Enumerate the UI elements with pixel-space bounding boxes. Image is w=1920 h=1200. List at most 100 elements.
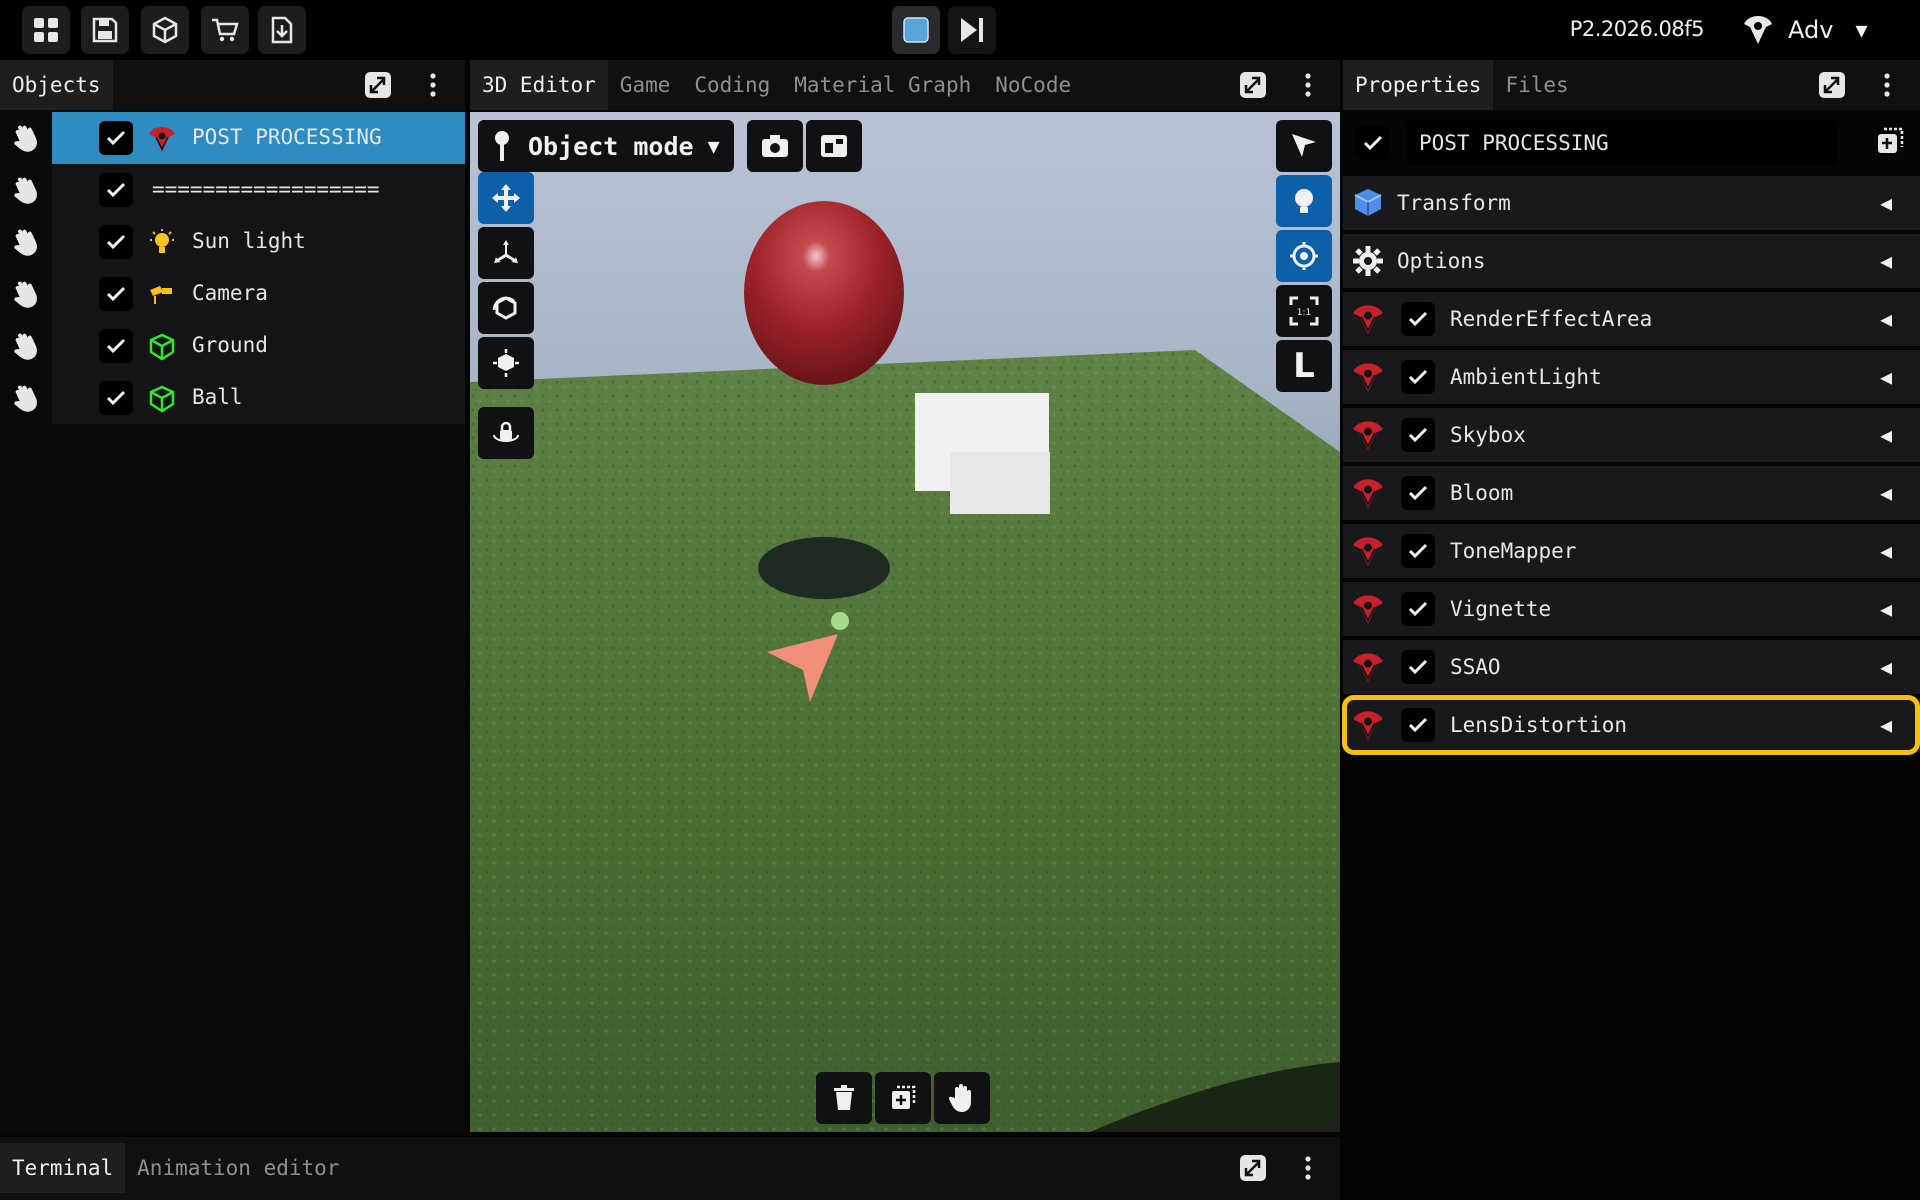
effect-row[interactable]: RenderEffectArea ◀ xyxy=(1343,292,1920,346)
screenshot-button[interactable] xyxy=(747,120,803,172)
object-visible-checkbox[interactable] xyxy=(99,277,133,311)
effect-row[interactable]: AmbientLight ◀ xyxy=(1343,350,1920,404)
editor-menu-button[interactable] xyxy=(1289,66,1327,104)
object-visible-checkbox[interactable] xyxy=(99,173,133,207)
effect-row[interactable]: Skybox ◀ xyxy=(1343,408,1920,462)
effect-enabled-checkbox[interactable] xyxy=(1401,650,1435,684)
object-row-body[interactable]: Ball xyxy=(52,372,465,424)
move-tool-button[interactable] xyxy=(478,172,534,224)
stop-button[interactable] xyxy=(892,6,940,54)
assets-button[interactable] xyxy=(141,6,189,54)
focus-button[interactable] xyxy=(1276,230,1332,282)
effect-row[interactable]: SSAO ◀ xyxy=(1343,640,1920,694)
object-visible-checkbox[interactable] xyxy=(99,121,133,155)
tab-properties[interactable]: Properties xyxy=(1343,60,1494,110)
tab-animation-editor[interactable]: Animation editor xyxy=(125,1143,351,1193)
expand-bottom-button[interactable] xyxy=(1234,1149,1272,1187)
local-space-button[interactable]: L xyxy=(1276,340,1332,392)
effect-enabled-checkbox[interactable] xyxy=(1401,360,1435,394)
object-row-body[interactable]: POST PROCESSING xyxy=(52,112,465,164)
effect-enabled-checkbox[interactable] xyxy=(1401,302,1435,336)
pan-button[interactable] xyxy=(934,1072,990,1124)
effect-row[interactable]: Vignette ◀ xyxy=(1343,582,1920,636)
drag-handle[interactable] xyxy=(0,320,52,372)
transform-tool-button[interactable] xyxy=(478,337,534,389)
one-to-one-button[interactable]: 1:1 xyxy=(1276,285,1332,337)
tab-nocode[interactable]: NoCode xyxy=(983,60,1083,110)
object-row[interactable]: ================== xyxy=(0,164,465,216)
tab-material-graph[interactable]: Material Graph xyxy=(782,60,983,110)
object-visible-checkbox[interactable] xyxy=(99,329,133,363)
rotate-tool-button[interactable] xyxy=(478,282,534,334)
drag-handle[interactable] xyxy=(0,216,52,268)
object-row[interactable]: Sun light xyxy=(0,216,465,268)
collapse-arrow-icon[interactable]: ◀ xyxy=(1880,365,1892,389)
collapse-arrow-icon[interactable]: ◀ xyxy=(1880,423,1892,447)
object-row[interactable]: Ground xyxy=(0,320,465,372)
collapse-arrow-icon[interactable]: ◀ xyxy=(1880,539,1892,563)
tab-objects[interactable]: Objects xyxy=(0,60,113,110)
collapse-arrow-icon[interactable]: ◀ xyxy=(1880,597,1892,621)
effect-enabled-checkbox[interactable] xyxy=(1401,418,1435,452)
tab-files[interactable]: Files xyxy=(1493,60,1580,110)
object-row[interactable]: Ball xyxy=(0,372,465,424)
effect-row[interactable]: Bloom ◀ xyxy=(1343,466,1920,520)
store-button[interactable] xyxy=(201,6,249,54)
object-row-body[interactable]: Camera xyxy=(52,268,465,320)
object-row[interactable]: Camera xyxy=(0,268,465,320)
duplicate-button[interactable] xyxy=(875,1072,931,1124)
effect-enabled-checkbox[interactable] xyxy=(1401,534,1435,568)
tab-game[interactable]: Game xyxy=(608,60,683,110)
properties-menu-button[interactable] xyxy=(1868,66,1906,104)
delete-button[interactable] xyxy=(816,1072,872,1124)
bottom-menu-button[interactable] xyxy=(1289,1149,1327,1187)
expand-objects-button[interactable] xyxy=(359,66,397,104)
add-component-button[interactable] xyxy=(1871,122,1909,160)
object-row-body[interactable]: Ground xyxy=(52,320,465,372)
scale-tool-button[interactable] xyxy=(478,227,534,279)
view-camera-button[interactable] xyxy=(806,120,862,172)
tab-coding[interactable]: Coding xyxy=(682,60,782,110)
section-transform[interactable]: Transform ◀ xyxy=(1343,176,1920,230)
export-button[interactable] xyxy=(258,6,306,54)
effect-enabled-checkbox[interactable] xyxy=(1401,476,1435,510)
effect-enabled-checkbox[interactable] xyxy=(1401,592,1435,626)
section-options[interactable]: Options ◀ xyxy=(1343,234,1920,288)
tab-3d-editor[interactable]: 3D Editor xyxy=(470,60,608,110)
object-mode-select[interactable]: Object mode ▼ xyxy=(478,120,734,172)
collapse-arrow-icon[interactable]: ◀ xyxy=(1880,655,1892,679)
object-enabled-checkbox[interactable] xyxy=(1356,126,1390,160)
objects-menu-button[interactable] xyxy=(414,66,452,104)
drag-handle[interactable] xyxy=(0,372,52,424)
object-visible-checkbox[interactable] xyxy=(99,225,133,259)
save-button[interactable] xyxy=(81,6,129,54)
collapse-arrow-icon[interactable]: ◀ xyxy=(1880,307,1892,331)
collapse-arrow-icon[interactable]: ◀ xyxy=(1880,191,1892,215)
drag-handle[interactable] xyxy=(0,268,52,320)
effect-enabled-checkbox[interactable] xyxy=(1401,708,1435,742)
expand-properties-button[interactable] xyxy=(1813,66,1851,104)
grid-menu-button[interactable] xyxy=(22,6,70,54)
select-tool-button[interactable] xyxy=(1276,120,1332,172)
drag-handle[interactable] xyxy=(0,112,52,164)
object-row[interactable]: POST PROCESSING xyxy=(0,112,465,164)
app-window: P2.2026.08f5 Adv ▼ Objects POST PROCESSI… xyxy=(0,0,1920,1200)
step-forward-button[interactable] xyxy=(948,6,996,54)
tab-terminal[interactable]: Terminal xyxy=(0,1143,126,1193)
profile-menu[interactable]: Adv ▼ xyxy=(1720,8,1920,52)
collapse-arrow-icon[interactable]: ◀ xyxy=(1880,481,1892,505)
orbit-lock-button[interactable] xyxy=(478,407,534,459)
lighting-toggle-button[interactable] xyxy=(1276,175,1332,227)
drag-handle[interactable] xyxy=(0,164,52,216)
effect-row[interactable]: LensDistortion ◀ xyxy=(1343,698,1920,752)
expand-editor-button[interactable] xyxy=(1234,66,1272,104)
object-row-body[interactable]: ================== xyxy=(52,164,465,216)
object-visible-checkbox[interactable] xyxy=(99,381,133,415)
object-name-field[interactable]: POST PROCESSING xyxy=(1407,120,1837,166)
object-label: Sun light xyxy=(192,229,306,253)
effect-row[interactable]: ToneMapper ◀ xyxy=(1343,524,1920,578)
collapse-arrow-icon[interactable]: ◀ xyxy=(1880,249,1892,273)
object-row-body[interactable]: Sun light xyxy=(52,216,465,268)
collapse-arrow-icon[interactable]: ◀ xyxy=(1880,713,1892,737)
3d-viewport[interactable]: Object mode ▼ 1:1 L xyxy=(470,112,1340,1132)
